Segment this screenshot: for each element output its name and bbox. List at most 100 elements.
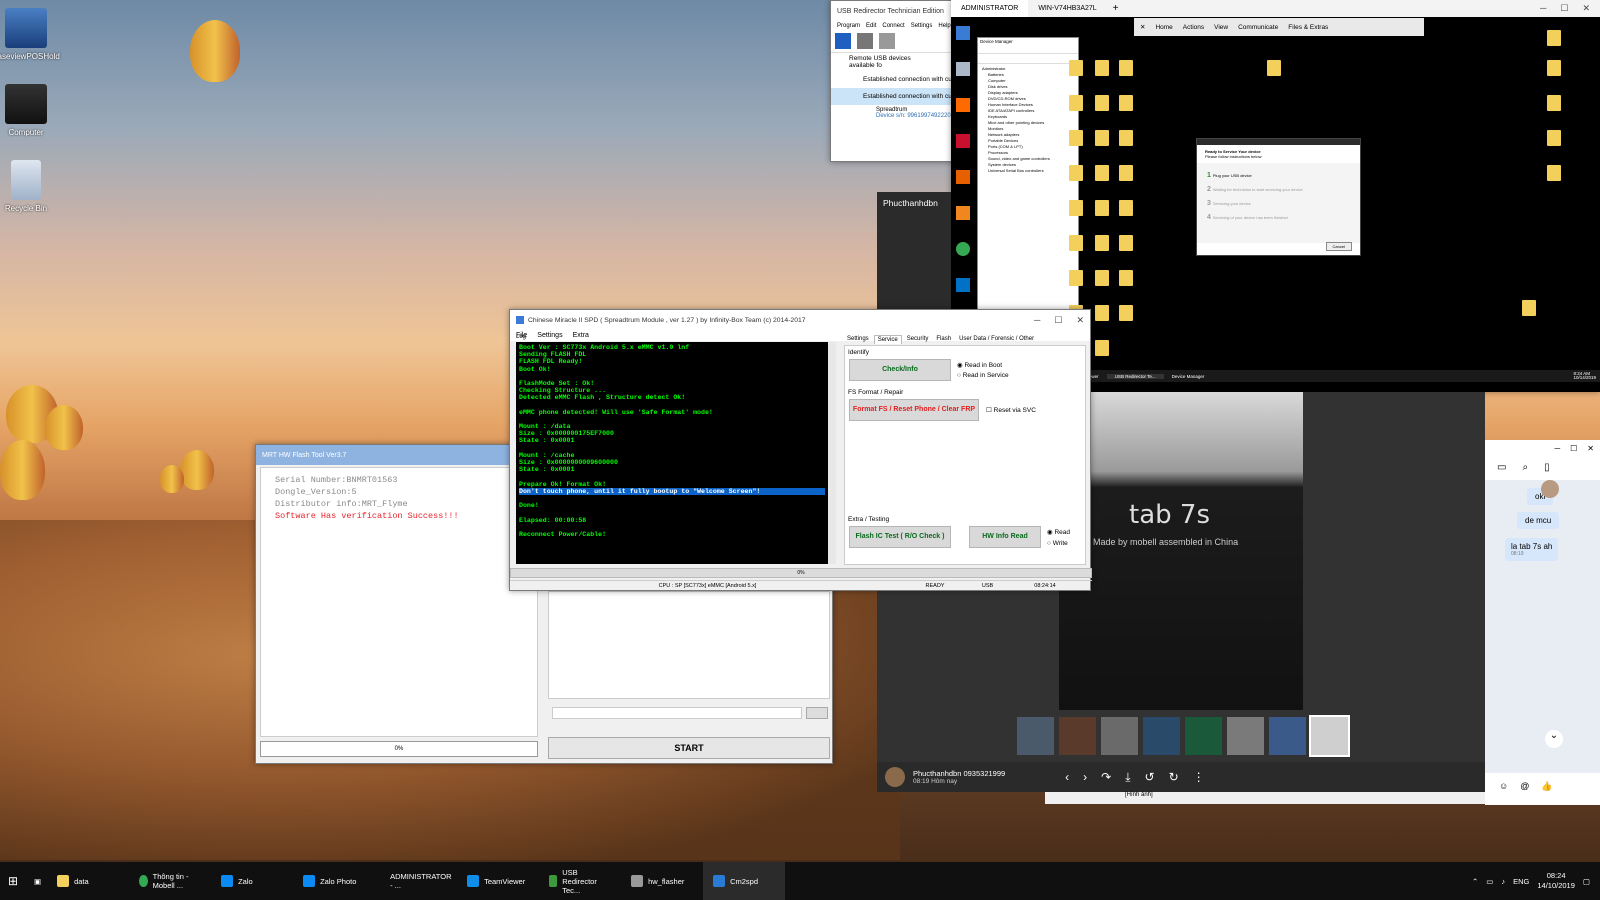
radio-read-in-service[interactable]: ○ Read in Service: [957, 372, 1009, 379]
ccleaner-icon[interactable]: [956, 134, 970, 148]
connection-row-selected[interactable]: Established connection with cu: [831, 88, 956, 105]
remote-service-dialog[interactable]: Ready to Service Your device Please foll…: [1196, 138, 1361, 256]
thumbnail[interactable]: [1185, 717, 1222, 755]
remote-folder-icon[interactable]: [1062, 235, 1090, 252]
usb-plug-icon[interactable]: [857, 33, 873, 49]
menu-extra[interactable]: Extra: [573, 332, 589, 339]
network-icon[interactable]: ▭: [1486, 877, 1493, 886]
thumbnail[interactable]: [1059, 717, 1096, 755]
radio-write[interactable]: ○ Write: [1047, 540, 1070, 547]
remote-folder-icon[interactable]: [1062, 60, 1090, 77]
search-icon[interactable]: ⌕: [1522, 462, 1528, 476]
taskbar-item-administrator[interactable]: ADMINISTRATOR - ...: [375, 862, 457, 900]
mention-icon[interactable]: @: [1520, 781, 1529, 797]
share-icon[interactable]: ↷: [1101, 770, 1111, 785]
chevron-right-icon[interactable]: ›: [1083, 770, 1087, 785]
tab-flash[interactable]: Flash: [933, 335, 954, 344]
taskbar-item-zalo-photo[interactable]: Zalo Photo: [293, 862, 375, 900]
remote-folder-icon[interactable]: [1062, 165, 1090, 182]
tab-security[interactable]: Security: [904, 335, 932, 344]
remote-folder-icon[interactable]: [1112, 270, 1140, 287]
remote-folder-icon[interactable]: [1112, 305, 1140, 322]
new-tab-icon[interactable]: +: [1107, 3, 1125, 14]
log-scrollbar[interactable]: [828, 342, 836, 564]
taskbar-item-hw-flasher[interactable]: hw_flasher: [621, 862, 703, 900]
reset-via-svc-checkbox[interactable]: ☐ Reset via SVC: [986, 406, 1036, 414]
remote-folder-icon[interactable]: [1540, 60, 1568, 77]
foxit-icon[interactable]: [956, 206, 970, 220]
close-session-icon[interactable]: ✕: [1140, 23, 1145, 31]
chrome-icon[interactable]: [956, 242, 970, 256]
task-view-button[interactable]: ▣: [28, 862, 47, 900]
remote-folder-icon[interactable]: [1260, 60, 1288, 77]
volume-icon[interactable]: ♪: [1501, 877, 1505, 886]
device-tree-item[interactable]: Universal Serial Bus controllers: [982, 168, 1074, 174]
taskbar-item-usb-redirector[interactable]: USB Redirector Tec...: [539, 862, 621, 900]
menu-edit[interactable]: Edit: [866, 23, 876, 29]
remote-folder-icon[interactable]: [1112, 130, 1140, 147]
tab-administrator[interactable]: ADMINISTRATOR: [951, 0, 1029, 17]
minimize-icon[interactable]: ─: [1034, 315, 1040, 326]
close-icon[interactable]: ✕: [1582, 3, 1590, 14]
emoji-icon[interactable]: ☺: [1499, 781, 1508, 797]
tab-user-data[interactable]: User Data / Forensic / Other: [956, 335, 1037, 344]
remote-folder-icon[interactable]: [1112, 235, 1140, 252]
minimize-icon[interactable]: ─: [1540, 3, 1546, 14]
thumbnail[interactable]: [1017, 717, 1054, 755]
scroll-down-icon[interactable]: ⌄: [1545, 730, 1563, 748]
menu-settings[interactable]: Settings: [911, 23, 933, 29]
video-call-icon[interactable]: ▭: [1497, 462, 1506, 476]
remote-folder-icon[interactable]: [1112, 165, 1140, 182]
taskbar-item-teamviewer[interactable]: TeamViewer: [457, 862, 539, 900]
firefox-icon[interactable]: [956, 170, 970, 184]
title-bar[interactable]: Chinese Miracle II SPD ( Spreadtrum Modu…: [510, 310, 1090, 330]
remote-folder-icon[interactable]: [1540, 95, 1568, 112]
taskbar-item-cm2spd[interactable]: Cm2spd: [703, 862, 786, 900]
remote-folder-icon[interactable]: [1062, 270, 1090, 287]
cm2-spd-window[interactable]: Chinese Miracle II SPD ( Spreadtrum Modu…: [509, 309, 1092, 591]
rotate-left-icon[interactable]: ↺: [1145, 770, 1155, 785]
menu-settings[interactable]: Settings: [537, 332, 562, 339]
toolbar-home[interactable]: Home: [1155, 24, 1172, 31]
maximize-icon[interactable]: ☐: [1054, 315, 1062, 326]
language-indicator[interactable]: ENG: [1513, 877, 1529, 886]
sidebar-toggle-icon[interactable]: ▯: [1544, 462, 1550, 476]
tab-service[interactable]: Service: [873, 335, 902, 344]
remote-folder-icon[interactable]: [1540, 130, 1568, 147]
add-server-icon[interactable]: [835, 33, 851, 49]
remote-computer-icon[interactable]: [956, 26, 970, 40]
cancel-button[interactable]: Cancel: [1325, 242, 1352, 251]
remote-folder-icon[interactable]: [1112, 95, 1140, 112]
flash-ic-test-button[interactable]: Flash IC Test ( R/O Check ): [849, 526, 951, 548]
download-icon[interactable]: ⤓: [1125, 770, 1130, 785]
desktop-icon-recycle[interactable]: Recycle Bin: [0, 160, 62, 213]
more-icon[interactable]: ⋮: [1193, 770, 1205, 785]
menu-connect[interactable]: Connect: [882, 23, 904, 29]
mrt-browse-button[interactable]: [806, 707, 828, 719]
thumbnail[interactable]: [1227, 717, 1264, 755]
remote-folder-icon[interactable]: [1062, 200, 1090, 217]
remote-taskbar-devicemanager[interactable]: Device Manager: [1164, 374, 1213, 379]
radio-read[interactable]: ◉ Read: [1047, 528, 1070, 536]
remote-folder-icon[interactable]: [1540, 165, 1568, 182]
desktop-icon-computer[interactable]: Computer: [0, 84, 62, 137]
avast-icon[interactable]: [956, 98, 970, 112]
toolbar-files[interactable]: Files & Extras: [1288, 24, 1328, 31]
close-icon[interactable]: ✕: [1076, 315, 1084, 326]
intel-graphics-icon[interactable]: [956, 278, 970, 292]
remote-folder-icon[interactable]: [1515, 300, 1543, 317]
format-reset-button[interactable]: Format FS / Reset Phone / Clear FRP: [849, 399, 979, 421]
radio-read-in-boot[interactable]: ◉ Read in Boot: [957, 361, 1009, 369]
usb-redirector-window[interactable]: USB Redirector Technician Edition Progra…: [830, 0, 957, 162]
remote-folder-icon[interactable]: [1088, 340, 1116, 357]
remote-folder-icon[interactable]: [1112, 60, 1140, 77]
thumbnail[interactable]: [1143, 717, 1180, 755]
rotate-right-icon[interactable]: ↻: [1169, 770, 1179, 785]
check-info-button[interactable]: Check/Info: [849, 359, 951, 381]
remote-taskbar-usbredirector[interactable]: USB Redirector Te...: [1106, 373, 1164, 379]
clock[interactable]: 08:24 14/10/2019: [1537, 871, 1575, 891]
zalo-chat-panel[interactable]: ─ ☐ ✕ ▭ ⌕ ▯ oki de mcu la tab 7s ah 08:19 …: [1485, 440, 1600, 805]
connection-row[interactable]: Established connection with cu: [831, 71, 956, 88]
menu-help[interactable]: Help: [938, 23, 950, 29]
thumbnail[interactable]: [1101, 717, 1138, 755]
